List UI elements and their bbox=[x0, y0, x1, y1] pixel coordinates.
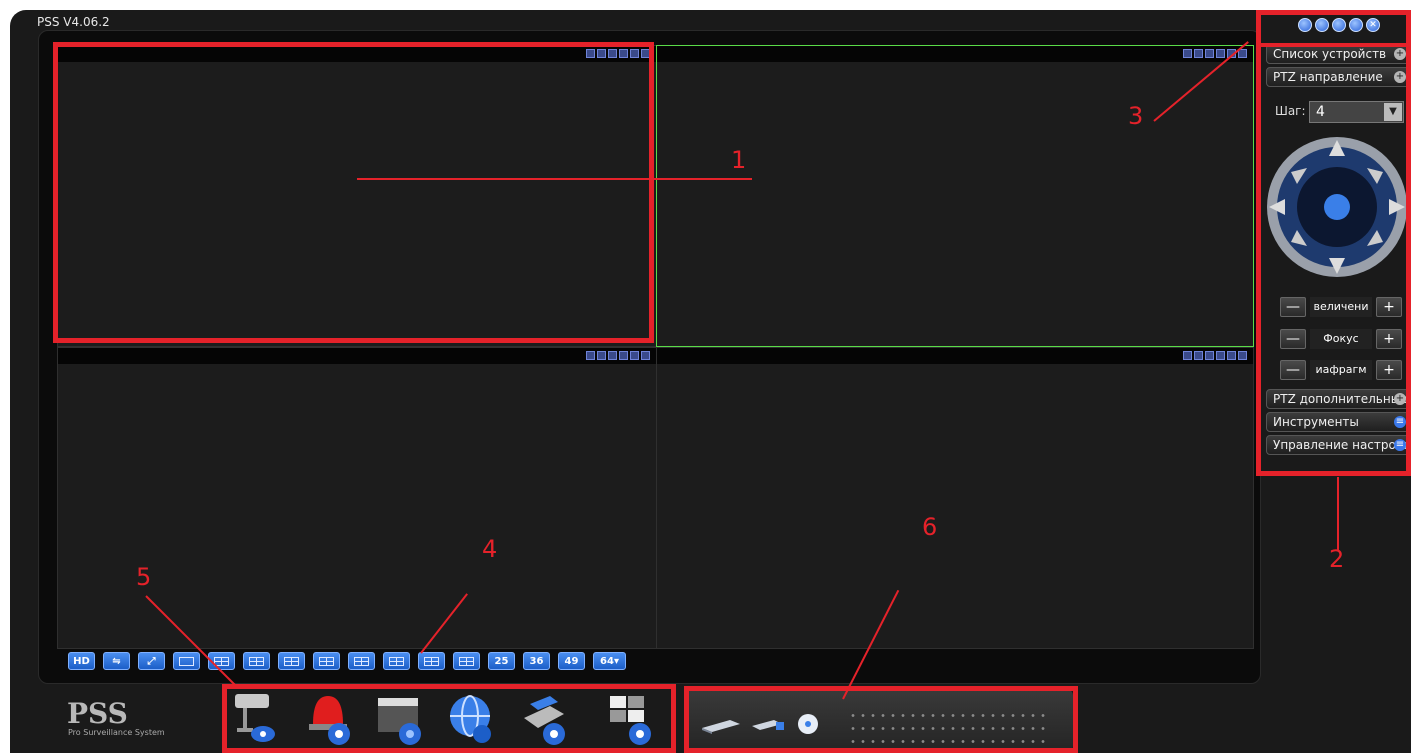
layout-20-button[interactable] bbox=[453, 652, 480, 670]
annotation-box-3 bbox=[1256, 10, 1411, 47]
pss-logo-subtitle: Pro Surveillance System bbox=[68, 728, 165, 737]
pss-logo: PSS bbox=[67, 697, 128, 730]
app-window: PSS V4.06.2 ✕ HD ⇋ ⤢ 25 36 49 64▾ Список… bbox=[0, 0, 1411, 753]
layout-13-button[interactable] bbox=[383, 652, 410, 670]
annotation-label-4: 4 bbox=[482, 535, 498, 563]
layout-49-button[interactable]: 49 bbox=[558, 652, 585, 670]
annotation-label-1: 1 bbox=[731, 146, 747, 174]
video-pane-2[interactable] bbox=[656, 45, 1254, 347]
pane-icons[interactable] bbox=[586, 351, 650, 360]
video-pane-3[interactable] bbox=[57, 347, 657, 649]
annotation-label-2: 2 bbox=[1329, 545, 1345, 573]
layout-6-button[interactable] bbox=[243, 652, 270, 670]
annotation-box-1 bbox=[53, 42, 654, 343]
layout-10-button[interactable] bbox=[348, 652, 375, 670]
layout-64-button[interactable]: 64▾ bbox=[593, 652, 626, 670]
video-pane-4[interactable] bbox=[656, 347, 1254, 649]
pane-toolbar bbox=[657, 46, 1253, 62]
fullscreen-icon[interactable]: ⤢ bbox=[138, 652, 165, 670]
annotation-label-6: 6 bbox=[922, 513, 938, 541]
annotation-label-5: 5 bbox=[136, 563, 152, 591]
layout-8-button[interactable] bbox=[278, 652, 305, 670]
annotation-box-2 bbox=[1256, 10, 1411, 476]
sequence-icon[interactable]: ⇋ bbox=[103, 652, 130, 670]
annotation-box-6 bbox=[684, 686, 1078, 753]
annotation-line-2 bbox=[1337, 477, 1339, 551]
layout-toolbar: HD ⇋ ⤢ 25 36 49 64▾ bbox=[68, 652, 626, 670]
pane-icons[interactable] bbox=[1183, 351, 1247, 360]
pane-toolbar bbox=[58, 348, 656, 364]
window-title: PSS V4.06.2 bbox=[37, 15, 110, 29]
pane-toolbar bbox=[657, 348, 1253, 364]
layout-16-button[interactable] bbox=[418, 652, 445, 670]
annotation-line-1 bbox=[357, 178, 752, 180]
hd-button[interactable]: HD bbox=[68, 652, 95, 670]
layout-9-button[interactable] bbox=[313, 652, 340, 670]
layout-1-button[interactable] bbox=[173, 652, 200, 670]
layout-36-button[interactable]: 36 bbox=[523, 652, 550, 670]
layout-25-button[interactable]: 25 bbox=[488, 652, 515, 670]
annotation-label-3: 3 bbox=[1128, 102, 1144, 130]
annotation-box-5 bbox=[222, 684, 676, 753]
